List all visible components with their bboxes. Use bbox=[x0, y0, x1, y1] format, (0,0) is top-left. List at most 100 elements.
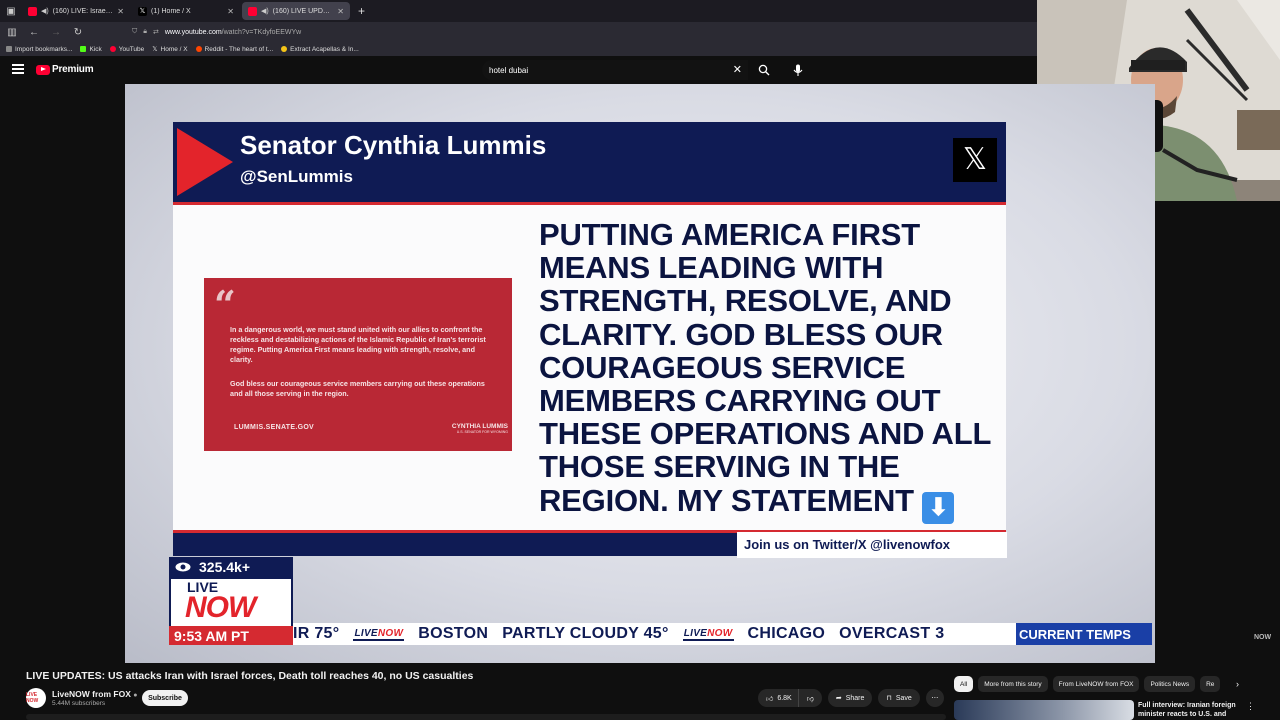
chip-all[interactable]: All bbox=[954, 676, 974, 692]
chip-related[interactable]: Re bbox=[1200, 676, 1221, 692]
subscriber-count: 5.44M subscribers bbox=[52, 700, 106, 707]
youtube-play-icon bbox=[36, 64, 50, 75]
voice-search-button[interactable] bbox=[788, 60, 808, 80]
senator-handle: @SenLummis bbox=[240, 167, 353, 186]
more-actions-button[interactable]: ⋯ bbox=[925, 689, 944, 707]
dislike-button[interactable]: 👎︎ bbox=[797, 689, 822, 707]
now-label: NOW bbox=[185, 591, 256, 624]
bookmark-import[interactable]: Import bookmarks... bbox=[6, 46, 72, 53]
close-icon[interactable]: ✕ bbox=[337, 7, 344, 16]
weather-ticker: IR 75° LIVENOW BOSTON PARTLY CLOUDY 45° … bbox=[293, 623, 1016, 645]
x-icon: 𝕏 bbox=[138, 6, 147, 16]
down-arrow-icon: ⬇ bbox=[922, 491, 955, 524]
join-twitter-text: Join us on Twitter/X @livenowfox bbox=[737, 532, 1007, 558]
permissions-icon[interactable]: ⇄ bbox=[153, 28, 159, 36]
statement-card: Senator Cynthia Lummis @SenLummis 𝕏 “ In… bbox=[173, 122, 1007, 558]
microphone-icon bbox=[793, 64, 803, 76]
browser-tab-3[interactable]: ◀) (160) LIVE UPDATES: US att ✕ bbox=[242, 2, 350, 20]
forward-icon[interactable]: → bbox=[50, 27, 62, 38]
quote-site: LUMMIS.SENATE.GOV bbox=[234, 424, 315, 431]
hamburger-menu-icon[interactable] bbox=[12, 64, 24, 74]
recommended-video-thumbnail[interactable] bbox=[954, 700, 1134, 720]
chip-more-from-story[interactable]: More from this story bbox=[978, 676, 1048, 692]
tab-list-icon[interactable]: ▣ bbox=[0, 0, 22, 22]
ticker-item: CHICAGO bbox=[747, 625, 826, 642]
search-value: hotel dubai bbox=[489, 65, 529, 75]
bookmark-kick[interactable]: Kick bbox=[80, 46, 102, 53]
quote-paragraph-1: In a dangerous world, we must stand unit… bbox=[230, 325, 486, 364]
video-actions: 👍︎ 6.8K 👎︎ ➦ Share ⊓ Save ⋯ bbox=[758, 689, 944, 707]
reddit-icon bbox=[195, 46, 202, 52]
channel-name[interactable]: LiveNOW from FOX ● bbox=[52, 689, 137, 699]
logo-text: Premium bbox=[52, 64, 94, 75]
bookmark-acapellas[interactable]: Extract Acapellas & In... bbox=[281, 46, 359, 53]
card-header: Senator Cynthia Lummis @SenLummis 𝕏 bbox=[173, 122, 1006, 202]
video-title: LIVE UPDATES: US attacks Iran with Israe… bbox=[26, 670, 474, 682]
speaker-icon[interactable]: ◀) bbox=[261, 7, 269, 15]
sidebar-toggle-icon[interactable]: ▥ bbox=[6, 27, 18, 38]
close-icon[interactable]: ✕ bbox=[227, 7, 234, 16]
viewer-count: 325.4k+ bbox=[169, 557, 293, 577]
shield-icon[interactable]: ⛉ bbox=[132, 28, 137, 36]
bookmark-icon: ⊓ bbox=[886, 695, 892, 702]
ticker-livenow-logo: LIVENOW bbox=[682, 627, 734, 641]
senator-name: Senator Cynthia Lummis bbox=[240, 130, 547, 160]
search-input[interactable]: hotel dubai ✕ bbox=[482, 60, 748, 80]
screen: ▣ ◀) (160) LIVE: Israel and US At ✕ 𝕏 (1… bbox=[0, 0, 1280, 720]
subscribe-button[interactable]: Subscribe bbox=[142, 690, 188, 706]
save-button[interactable]: ⊓ Save bbox=[878, 689, 920, 707]
url-host: www.youtube.com bbox=[164, 28, 222, 36]
import-icon bbox=[6, 46, 12, 52]
quote-image: “ In a dangerous world, we must stand un… bbox=[204, 278, 512, 451]
lock-icon[interactable]: 🔒︎ bbox=[143, 28, 147, 36]
url-bar[interactable]: ⛉ 🔒︎ ⇄ www.youtube.com/watch?v=TKdyfoEEW… bbox=[132, 24, 1032, 40]
divider bbox=[173, 202, 1006, 205]
youtube-icon bbox=[248, 6, 257, 16]
browser-tab-1[interactable]: ◀) (160) LIVE: Israel and US At ✕ bbox=[22, 2, 130, 20]
share-icon: ➦ bbox=[835, 695, 842, 702]
card-footer: Join us on Twitter/X @livenowfox bbox=[173, 530, 1007, 558]
bookmark-x[interactable]: 𝕏 Home / X bbox=[152, 45, 187, 54]
speaker-icon[interactable]: ◀) bbox=[41, 7, 49, 15]
x-logo-icon: 𝕏 bbox=[953, 138, 997, 182]
video-player[interactable]: Senator Cynthia Lummis @SenLummis 𝕏 “ In… bbox=[125, 84, 1155, 663]
thumbs-down-icon: 👎︎ bbox=[806, 695, 814, 703]
search-button[interactable] bbox=[752, 60, 776, 80]
bookmark-youtube[interactable]: YouTube bbox=[109, 46, 144, 53]
tab-title: (160) LIVE: Israel and US At bbox=[52, 7, 114, 15]
broadcast-clock: 9:53 AM PT bbox=[169, 626, 293, 645]
more-vertical-icon[interactable]: ⋮ bbox=[1246, 701, 1255, 712]
chip-politics-news[interactable]: Politics News bbox=[1144, 676, 1196, 692]
back-icon[interactable]: ← bbox=[28, 27, 40, 38]
share-button[interactable]: ➦ Share bbox=[827, 689, 873, 707]
chip-from-channel[interactable]: From LiveNOW from FOX bbox=[1052, 676, 1140, 692]
verified-icon: ● bbox=[133, 692, 138, 699]
recommendation-chips: All More from this story From LiveNOW fr… bbox=[954, 676, 1244, 692]
chevron-right-icon[interactable]: › bbox=[1236, 679, 1239, 689]
reload-icon[interactable]: ↻ bbox=[72, 27, 84, 38]
url-path: /watch?v=TKdyfoEEWYw bbox=[221, 28, 302, 36]
clear-search-icon[interactable]: ✕ bbox=[733, 63, 742, 76]
youtube-icon bbox=[28, 6, 37, 16]
channel-avatar[interactable]: LIVE NOW bbox=[26, 688, 46, 708]
like-button[interactable]: 👍︎ 6.8K bbox=[758, 689, 798, 707]
channel-watermark[interactable]: NOW bbox=[1254, 634, 1271, 641]
x-icon: 𝕏 bbox=[152, 46, 158, 53]
quote-signature: CYNTHIA LUMMIS U.S. SENATOR FOR WYOMING bbox=[451, 423, 508, 434]
recommended-video-title[interactable]: Full interview: Iranian foreign minister… bbox=[1138, 701, 1242, 720]
description-box[interactable] bbox=[26, 714, 946, 720]
thumbs-up-icon: 👍︎ bbox=[766, 695, 774, 703]
close-icon[interactable]: ✕ bbox=[117, 7, 124, 16]
browser-tab-2[interactable]: 𝕏 (1) Home / X ✕ bbox=[132, 2, 240, 20]
ticker-item: BOSTON bbox=[418, 625, 489, 642]
tab-title: (160) LIVE UPDATES: US att bbox=[272, 7, 334, 15]
new-tab-icon[interactable]: + bbox=[358, 4, 365, 18]
youtube-premium-logo[interactable]: Premium bbox=[36, 64, 94, 75]
search-icon bbox=[758, 64, 770, 76]
bookmark-reddit[interactable]: Reddit - The heart of t... bbox=[195, 46, 273, 53]
current-temps-label: CURRENT TEMPS bbox=[1016, 623, 1152, 645]
quote-mark-icon: “ bbox=[214, 282, 236, 327]
ticker-item: IR 75° bbox=[293, 625, 340, 642]
tab-title: (1) Home / X bbox=[151, 7, 191, 15]
statement-text: PUTTING AMERICA FIRST MEANS LEADING WITH… bbox=[539, 218, 999, 524]
